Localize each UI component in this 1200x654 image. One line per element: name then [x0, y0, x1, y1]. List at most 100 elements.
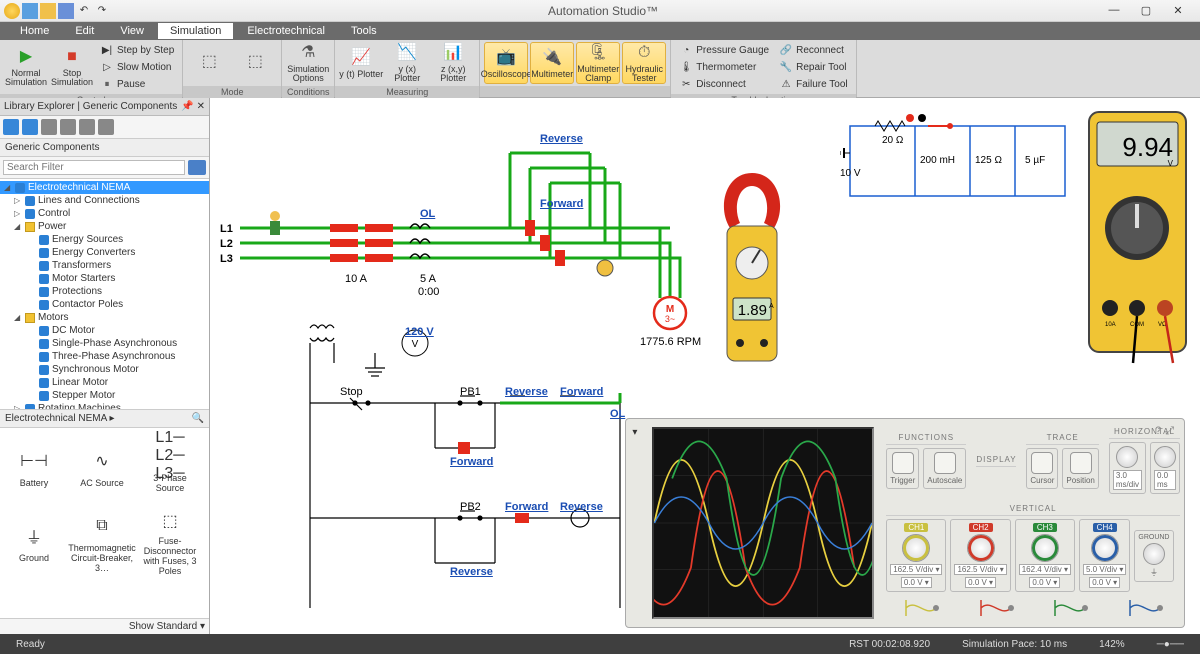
tab-home[interactable]: Home	[8, 23, 61, 39]
lib-tool-4[interactable]	[60, 119, 76, 135]
lib-tool-6[interactable]	[98, 119, 114, 135]
scope-ch1[interactable]: CH1162.5 V/div ▾0.0 V ▾	[886, 519, 946, 592]
trigger-button[interactable]: Trigger	[886, 448, 919, 489]
panel-subheader: Generic Components	[0, 139, 209, 157]
minimize-button[interactable]: —	[1102, 4, 1126, 17]
cursor-button[interactable]: Cursor	[1026, 448, 1058, 489]
tab-tools[interactable]: Tools	[339, 23, 389, 39]
tree-node[interactable]: Synchronous Motor	[0, 363, 209, 376]
component-tree[interactable]: ◢Electrotechnical NEMA▷Lines and Connect…	[0, 179, 209, 409]
yt-plotter[interactable]: 📈y (t) Plotter	[339, 42, 383, 84]
tab-electrotechnical[interactable]: Electrotechnical	[235, 23, 337, 39]
oscilloscope[interactable]: 📺Oscilloscope	[484, 42, 528, 84]
tree-node[interactable]: Transformers	[0, 259, 209, 272]
pressure-gauge[interactable]: ◔Pressure Gauge	[675, 42, 773, 58]
palette-battery[interactable]: ⊢⊣Battery	[0, 428, 68, 503]
lib-tool-3[interactable]	[41, 119, 57, 135]
svg-text:V: V	[1168, 159, 1174, 168]
digital-multimeter[interactable]: 9.94 V 10ACOMVΩ	[1085, 108, 1190, 368]
breadcrumb[interactable]: Electrotechnical NEMA ▸ 🔍	[0, 409, 209, 428]
search-input[interactable]	[3, 160, 185, 175]
expand-icon[interactable]: ⤢	[1165, 425, 1174, 438]
tab-simulation[interactable]: Simulation	[158, 23, 233, 39]
tree-node[interactable]: ◢Power	[0, 220, 209, 233]
disconnect[interactable]: ✂Disconnect	[675, 76, 773, 92]
palette-ac-source[interactable]: ∿AC Source	[68, 428, 136, 503]
qat-new-icon[interactable]	[22, 3, 38, 19]
lib-tool-2[interactable]	[22, 119, 38, 135]
palette-ground[interactable]: ⏚Ground	[0, 503, 68, 578]
qat-redo-icon[interactable]: ↷	[94, 3, 110, 19]
repair-tool[interactable]: 🔧Repair Tool	[775, 59, 852, 75]
thermometer[interactable]: 🌡Thermometer	[675, 59, 773, 75]
sim-options[interactable]: ⚗Simulation Options	[286, 42, 330, 84]
tree-node[interactable]: ▷Lines and Connections	[0, 194, 209, 207]
maximize-button[interactable]: ▢	[1134, 4, 1158, 17]
timebase-knob[interactable]: 3.0 ms/div	[1109, 442, 1146, 494]
hydraulic-tester[interactable]: ⏱Hydraulic Tester	[622, 42, 666, 84]
magnify-icon[interactable]: 🔍	[192, 413, 204, 424]
palette-footer[interactable]: Show Standard ▾	[0, 618, 209, 634]
panel-pin-icon[interactable]: 📌 ✕	[181, 101, 205, 112]
tree-node[interactable]: ◢Motors	[0, 311, 209, 324]
forward-coil: Forward	[560, 386, 603, 398]
tab-view[interactable]: View	[108, 23, 156, 39]
tree-node[interactable]: Contactor Poles	[0, 298, 209, 311]
normal-sim[interactable]: ▶Normal Simulation	[4, 46, 48, 88]
stop-sim[interactable]: ■Stop Simulation	[50, 46, 94, 88]
slow-motion[interactable]: ▷Slow Motion	[96, 59, 178, 75]
reconnect[interactable]: 🔗Reconnect	[775, 42, 852, 58]
qat-open-icon[interactable]	[40, 3, 56, 19]
tree-node[interactable]: Three-Phase Asynchronous	[0, 350, 209, 363]
tree-node[interactable]: DC Motor	[0, 324, 209, 337]
svg-text:20 Ω: 20 Ω	[882, 135, 904, 146]
mode-a[interactable]: ⬚	[187, 42, 231, 84]
clamp-meter[interactable]: 1.89 A	[705, 168, 800, 373]
mode-b[interactable]: ⬚	[233, 42, 277, 84]
step-by-step[interactable]: ▶|Step by Step	[96, 42, 178, 58]
help-icon[interactable]: ?	[1155, 425, 1161, 438]
multimeter[interactable]: 🔌Multimeter	[530, 42, 574, 84]
horiz-offset-knob[interactable]: 0.0 ms	[1150, 442, 1180, 494]
oscilloscope[interactable]: ▾ ? ⤢	[625, 418, 1185, 628]
failure-tool[interactable]: ⚠Failure Tool	[775, 76, 852, 92]
qat-undo-icon[interactable]: ↶	[76, 3, 92, 19]
lib-tool-5[interactable]	[79, 119, 95, 135]
tree-node[interactable]: Motor Starters	[0, 272, 209, 285]
multimeter-clamp[interactable]: 🗜Multimeter Clamp	[576, 42, 620, 84]
tree-node[interactable]: ▷Control	[0, 207, 209, 220]
tree-node[interactable]: Energy Sources	[0, 233, 209, 246]
qat-save-icon[interactable]	[58, 3, 74, 19]
scope-close-icon[interactable]: ▾	[632, 427, 637, 438]
pause[interactable]: ⏸Pause	[96, 76, 178, 92]
scope-ground[interactable]: GROUND⏚	[1134, 530, 1173, 582]
tree-node[interactable]: ◢Electrotechnical NEMA	[0, 181, 209, 194]
palette-breaker[interactable]: ⧉Thermomagnetic Circuit-Breaker, 3…	[68, 503, 136, 578]
close-button[interactable]: ✕	[1166, 4, 1190, 17]
palette-3phase-source[interactable]: L1─ L2─ L3─3-Phase Source	[136, 428, 204, 503]
palette-fuse-disc[interactable]: ⬚Fuse-Disconnector with Fuses, 3 Poles	[136, 503, 204, 578]
scope-ch4[interactable]: CH45.0 V/div ▾0.0 V ▾	[1079, 519, 1130, 592]
scope-probe-3[interactable]	[1051, 596, 1089, 622]
zoom-slider[interactable]: ─●──	[1149, 639, 1192, 650]
scope-ch3[interactable]: CH3162.4 V/div ▾0.0 V ▾	[1015, 519, 1075, 592]
scope-probe-2[interactable]	[977, 596, 1015, 622]
search-options-icon[interactable]	[188, 160, 206, 175]
tree-node[interactable]: ▷Rotating Machines	[0, 402, 209, 409]
lib-tool-1[interactable]	[3, 119, 19, 135]
scope-probe-1[interactable]	[902, 596, 940, 622]
diagram-canvas[interactable]: M 3~ L1 L2 L3 10 A OL 5 A 0:00 Reverse F…	[210, 98, 1200, 634]
autoscale-button[interactable]: Autoscale	[923, 448, 966, 489]
yx-plotter[interactable]: 📉y (x) Plotter	[385, 42, 429, 84]
svg-text:L1: L1	[220, 223, 233, 235]
tree-node[interactable]: Energy Converters	[0, 246, 209, 259]
tree-node[interactable]: Stepper Motor	[0, 389, 209, 402]
scope-ch2[interactable]: CH2162.5 V/div ▾0.0 V ▾	[950, 519, 1010, 592]
position-button[interactable]: Position	[1062, 448, 1098, 489]
scope-probe-4[interactable]	[1126, 596, 1164, 622]
tab-edit[interactable]: Edit	[63, 23, 106, 39]
tree-node[interactable]: Protections	[0, 285, 209, 298]
tree-node[interactable]: Linear Motor	[0, 376, 209, 389]
zxy-plotter[interactable]: 📊z (x,y) Plotter	[431, 42, 475, 84]
tree-node[interactable]: Single-Phase Asynchronous	[0, 337, 209, 350]
